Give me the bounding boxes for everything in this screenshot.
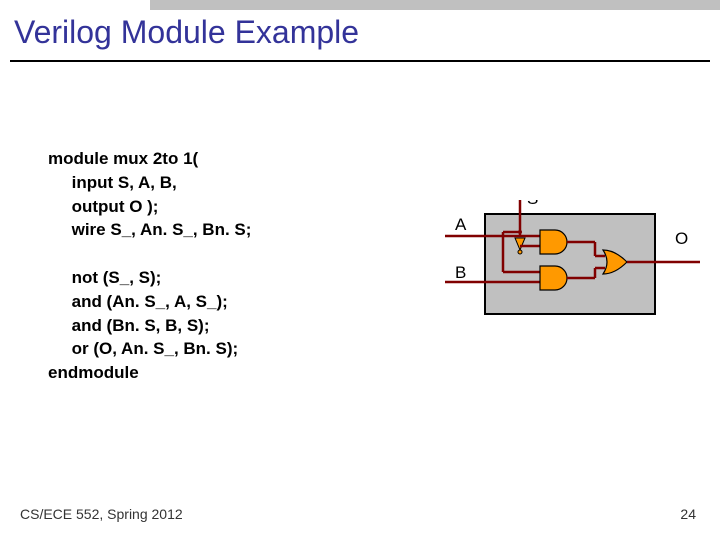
footer-text: CS/ECE 552, Spring 2012 xyxy=(20,506,183,522)
label-o: O xyxy=(675,229,688,248)
and-gate-1-icon xyxy=(540,230,567,254)
label-b: B xyxy=(455,263,466,282)
slide-title: Verilog Module Example xyxy=(14,14,359,51)
top-accent-bar xyxy=(150,0,720,10)
page-number: 24 xyxy=(680,506,696,522)
label-s: S xyxy=(527,200,538,208)
label-a: A xyxy=(455,215,467,234)
title-underline xyxy=(10,60,710,62)
mux-schematic-diagram: S A B O xyxy=(445,200,705,330)
module-box xyxy=(485,214,655,314)
code-block: module mux 2to 1( input S, A, B, output … xyxy=(48,147,251,385)
and-gate-2-icon xyxy=(540,266,567,290)
